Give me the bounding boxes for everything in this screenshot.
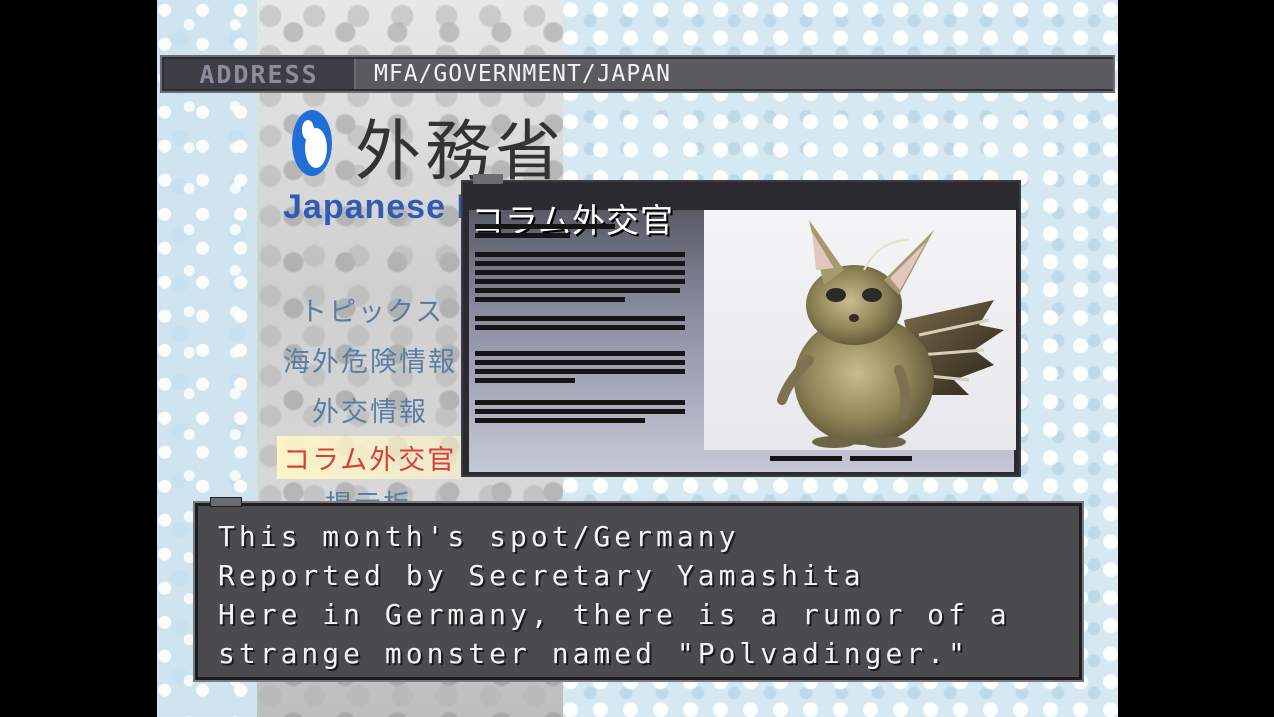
address-url[interactable]: MFA/GOVERNMENT/JAPAN [356,59,1113,89]
nav-item-overseas-danger[interactable]: 海外危険情報 [283,340,457,379]
illegible-text-block [475,224,685,423]
nav-item-column-diplomat[interactable]: コラム外交官 [277,436,463,479]
dialogue-box[interactable]: This month's spot/Germany Reported by Se… [193,497,1084,682]
winged-creature-image [777,220,1004,448]
address-bar: ADDRESS MFA/GOVERNMENT/JAPAN [160,55,1115,93]
polvadinger-photo [704,210,1016,450]
site-logo-roman: Japanese I [283,188,467,226]
window-tab [210,497,242,507]
illegible-caption [770,456,912,461]
dialogue-line-4: strange monster named "Polvadinger." [218,637,969,670]
article-text-illegible [475,220,687,438]
window-tab [473,174,503,184]
dialogue-line-2: Reported by Secretary Yamashita [218,559,865,592]
mofa-logo-icon [292,110,332,176]
dialogue-line-1: This month's spot/Germany [218,520,740,553]
photo-caption-illegible [704,454,1016,466]
column-popup-window: コラム外交官 [461,174,1021,477]
nav-item-topics[interactable]: トピックス [300,290,444,329]
dialogue-line-3: Here in Germany, there is a rumor of a [218,598,1011,631]
address-label: ADDRESS [164,59,356,89]
nav-item-diplomacy-info[interactable]: 外交情報 [312,390,428,429]
